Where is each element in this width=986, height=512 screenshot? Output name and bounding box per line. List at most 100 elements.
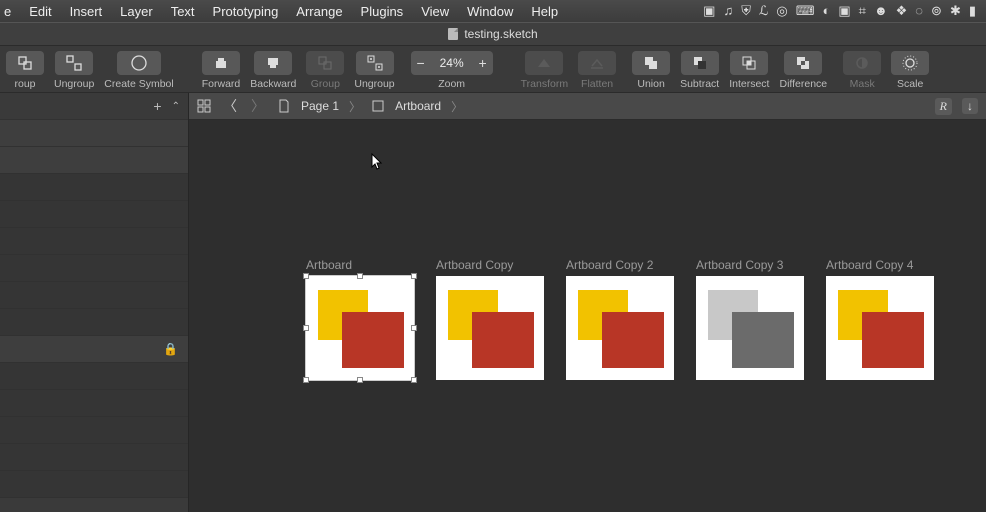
artboard-label[interactable]: Artboard Copy 3 [696,258,783,272]
union-button[interactable] [632,51,670,75]
paw-icon[interactable]: ❖ [896,3,908,19]
red-square[interactable] [472,312,534,368]
artboard-label[interactable]: Artboard Copy 2 [566,258,653,272]
resize-handle[interactable] [357,273,363,279]
layer-row[interactable] [0,309,188,336]
layer-row[interactable] [0,174,188,201]
resize-handle[interactable] [411,377,417,383]
subtract-button[interactable] [681,51,719,75]
menu-plugins[interactable]: Plugins [352,4,413,19]
resize-handle[interactable] [303,325,309,331]
layer-row[interactable] [0,228,188,255]
artboard-label[interactable]: Artboard Copy 4 [826,258,913,272]
nav-back-button[interactable]: 〈 [221,96,239,116]
resize-handle[interactable] [411,325,417,331]
ungroup2-button[interactable] [356,51,394,75]
group-button[interactable] [6,51,44,75]
artboard[interactable] [696,276,804,380]
menu-item[interactable]: e [4,4,20,19]
collapse-icon[interactable]: ⌃ [172,101,180,112]
script-icon[interactable]: ℒ [759,3,768,19]
layer-row[interactable]: 🔒 [0,336,188,363]
artboard-label[interactable]: Artboard [306,258,352,272]
red-square[interactable] [732,312,794,368]
layer-row[interactable] [0,255,188,282]
menu-help[interactable]: Help [522,4,567,19]
r-toggle[interactable]: R [935,98,952,115]
artboard[interactable] [306,276,414,380]
wifi-icon[interactable]: ⊚ [931,3,942,19]
battery-icon[interactable]: ▮ [969,3,976,19]
menu-window[interactable]: Window [458,4,522,19]
menu-view[interactable]: View [412,4,458,19]
layer-row[interactable] [0,147,188,174]
zoom-in-button[interactable]: + [473,52,493,74]
layer-row[interactable] [0,444,188,471]
group2-button[interactable] [306,51,344,75]
add-page-button[interactable]: + [153,98,161,114]
canvas[interactable]: Artboard Artboard Copy Artboard Copy 2 Artb… [189,120,986,512]
page-icon [277,99,291,113]
grid-view-icon[interactable] [197,99,211,113]
nav-forward-button[interactable]: 〉 [249,96,267,116]
menu-insert[interactable]: Insert [61,4,112,19]
union-label: Union [637,78,664,90]
intersect-button[interactable] [730,51,768,75]
status-icon[interactable]: ▣ [703,3,715,19]
create-symbol-button[interactable] [117,51,161,75]
menu-layer[interactable]: Layer [111,4,162,19]
difference-button[interactable] [784,51,822,75]
resize-handle[interactable] [303,377,309,383]
ungroup-button[interactable] [55,51,93,75]
zoom-control[interactable]: − 24% + [411,51,493,75]
menu-arrange[interactable]: Arrange [287,4,351,19]
artboard-label[interactable]: Artboard Copy [436,258,513,272]
layer-row[interactable] [0,363,188,390]
transform-button[interactable] [525,51,563,75]
keyboard-icon[interactable]: ⌨ [796,3,815,19]
artboard[interactable] [566,276,674,380]
resize-handle[interactable] [357,377,363,383]
scale-button[interactable] [891,51,929,75]
resize-handle[interactable] [411,273,417,279]
layer-row[interactable] [0,417,188,444]
plugin-icon[interactable]: ⌗ [859,3,866,19]
red-square[interactable] [342,312,404,368]
red-square[interactable] [862,312,924,368]
artboard[interactable] [826,276,934,380]
breadcrumb-bar: 〈 〉 Page 1 〉 Artboard 〉 R ↓ [189,93,986,120]
circle-icon[interactable]: ◎ [776,3,787,19]
mask-button[interactable] [843,51,881,75]
backward-button[interactable] [254,51,292,75]
flatten-button[interactable] [578,51,616,75]
menu-edit[interactable]: Edit [20,4,60,19]
zoom-value[interactable]: 24% [431,56,473,70]
bluetooth-icon[interactable]: ✱ [950,3,961,19]
layer-row[interactable] [0,282,188,309]
robot-icon[interactable]: ☻ [874,3,888,19]
breadcrumb-artboard[interactable]: Artboard [395,99,441,113]
forward-button[interactable] [202,51,240,75]
layer-row[interactable] [0,471,188,498]
headphones-icon[interactable]: ♫ [723,3,733,19]
artboard[interactable] [436,276,544,380]
layer-row[interactable] [0,390,188,417]
layer-row[interactable] [0,120,188,147]
power-icon[interactable]: ◐ [822,3,830,19]
layer-row[interactable] [0,201,188,228]
red-square[interactable] [602,312,664,368]
menu-prototyping[interactable]: Prototyping [204,4,288,19]
loading-icon[interactable]: ◌ [915,3,923,19]
breadcrumb-page[interactable]: Page 1 [301,99,339,113]
subtract-label: Subtract [680,78,719,90]
system-status-icons: ▣ ♫ ⛨ ℒ ◎ ⌨ ◐ ▣ ⌗ ☻ ❖ ◌ ⊚ ✱ ▮ [703,3,982,19]
lock-icon[interactable]: 🔒 [163,342,178,356]
zoom-out-button[interactable]: − [411,52,431,74]
app-toolbar: roup Ungroup Create Symbol Forward Backw… [0,46,986,93]
resize-handle[interactable] [303,273,309,279]
shield-icon[interactable]: ⛨ [741,3,751,19]
menu-text[interactable]: Text [162,4,204,19]
system-menubar: e Edit Insert Layer Text Prototyping Arr… [0,0,986,22]
display-icon[interactable]: ▣ [838,3,850,19]
download-icon[interactable]: ↓ [962,98,978,114]
